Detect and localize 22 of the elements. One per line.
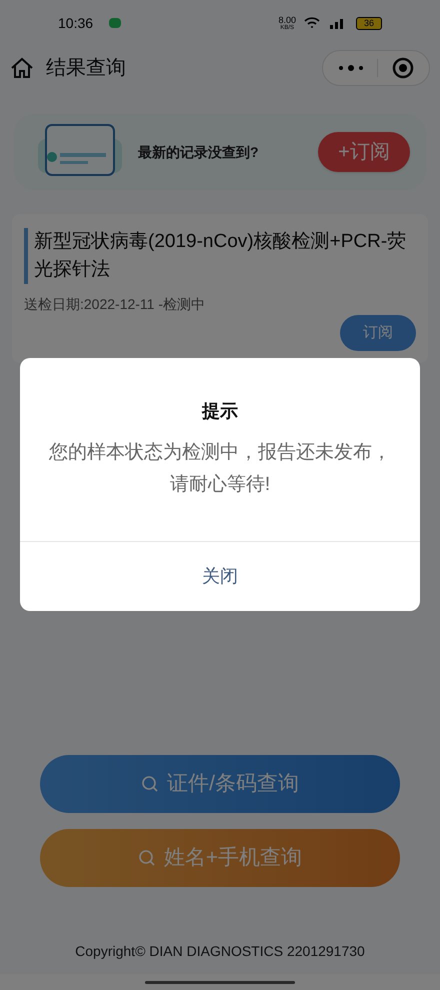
subscribe-button[interactable]: +订阅 [318, 132, 410, 172]
home-icon[interactable] [10, 57, 34, 79]
test-name: 新型冠状病毒(2019-nCov)核酸检测+PCR-荧光探针法 [24, 228, 416, 284]
wifi-icon [304, 17, 320, 29]
battery-icon: 36 [356, 16, 382, 30]
status-time: 10:36 [58, 14, 94, 32]
message-icon [109, 18, 122, 28]
search-button[interactable]: 姓名+手机查询 [40, 829, 400, 887]
dialog-title: 提示 [200, 400, 239, 423]
search-icon [141, 775, 160, 793]
more-icon[interactable] [337, 64, 365, 72]
copyright-text: Copyright© DIAN DIAGNOSTICS 2201291730 [74, 942, 366, 961]
record-info: 送检日期:2022-12-11 -检测中 [24, 295, 206, 314]
capsule-menu[interactable] [322, 50, 430, 86]
search-icon [138, 849, 156, 867]
subscribe-button[interactable]: 订阅 [340, 315, 416, 351]
dialog-message: 您的样本状态为检测中，报告还未发布，请耐心等待! [48, 441, 392, 497]
search-button[interactable]: 证件/条码查询 [40, 755, 400, 813]
close-button[interactable]: 关闭 [20, 541, 420, 611]
promo-text: 最新的记录没查到? [138, 142, 259, 162]
page-title: 结果查询 [46, 56, 126, 81]
network-speed: 8.00 [278, 16, 296, 24]
